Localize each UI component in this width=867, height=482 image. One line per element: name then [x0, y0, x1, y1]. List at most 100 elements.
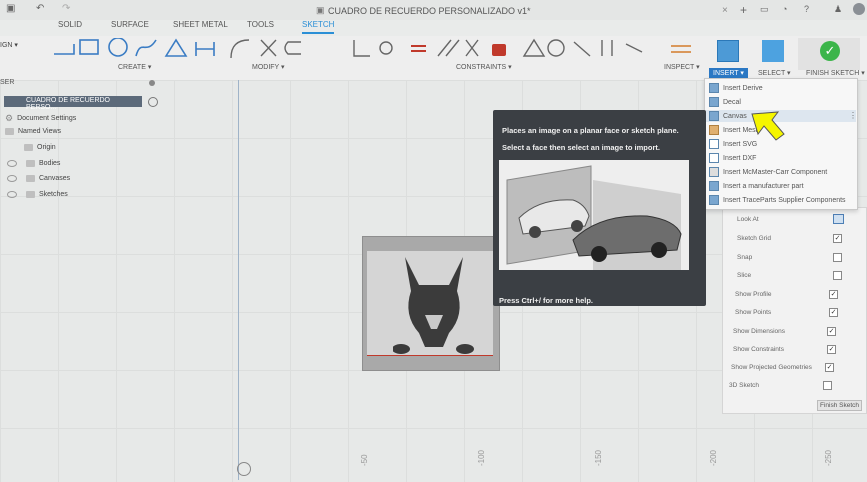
undo-icon[interactable]: ↶	[36, 3, 44, 14]
tooltip-footer: Press Ctrl+/ for more help.	[499, 296, 593, 305]
palette-row-label: Show Dimensions	[733, 328, 786, 335]
slice-checkbox[interactable]	[833, 271, 842, 280]
insert-menu[interactable]: INSERT ▾	[709, 68, 748, 78]
axis-label: -50	[360, 454, 369, 466]
chat-icon[interactable]: ▭	[760, 4, 769, 15]
finish-sketch-icon[interactable]: ✓	[820, 41, 840, 61]
canvas-image-dog[interactable]	[362, 236, 500, 371]
tab-sketch[interactable]: SKETCH	[302, 20, 335, 34]
finish-sketch-menu[interactable]: FINISH SKETCH ▾	[806, 69, 865, 77]
palette-row-label: Show Profile	[735, 291, 772, 298]
sketch-grid-checkbox[interactable]: ✓	[833, 234, 842, 243]
look-at-icon[interactable]	[833, 214, 844, 224]
snap-checkbox[interactable]	[833, 253, 842, 262]
browser-item-document-settings[interactable]: ⚙ Document Settings	[5, 113, 76, 124]
insert-image-icon[interactable]	[717, 40, 739, 62]
show-profile-checkbox[interactable]: ✓	[829, 290, 838, 299]
vertical-axis	[238, 80, 239, 480]
menu-item-manufacturer-part[interactable]: Insert a manufacturer part	[709, 181, 804, 191]
menu-item-mcmaster-carr[interactable]: Insert McMaster-Carr Component	[709, 167, 827, 177]
tab-tools[interactable]: TOOLS	[247, 20, 274, 29]
inspect-menu[interactable]: INSPECT ▾	[664, 63, 700, 71]
canvas-tooltip: Places an image on a planar face or sket…	[493, 110, 706, 306]
show-projected-geometries-checkbox[interactable]: ✓	[825, 363, 834, 372]
notification-icon[interactable]: ♟	[834, 4, 842, 15]
line-icon	[54, 44, 75, 55]
close-tab-icon[interactable]: ×	[722, 5, 728, 16]
browser-item-named-views[interactable]: Named Views	[5, 128, 61, 135]
browser-item-label: Sketches	[39, 191, 68, 198]
3d-sketch-checkbox[interactable]	[823, 381, 832, 390]
dog-silhouette	[393, 257, 474, 354]
palette-row-label: 3D Sketch	[729, 382, 759, 389]
polygon-icon	[164, 38, 188, 57]
fix-lock-icon	[492, 44, 506, 56]
gear-icon: ⚙	[5, 113, 14, 123]
traceparts-icon	[709, 195, 719, 205]
redo-icon[interactable]: ↷	[62, 3, 70, 14]
constraints-menu[interactable]: CONSTRAINTS ▾	[456, 63, 512, 71]
origin-marker	[237, 462, 251, 476]
browser-header: SER	[0, 78, 162, 88]
folder-icon	[26, 191, 35, 198]
finish-sketch-button[interactable]: Finish Sketch	[817, 400, 863, 411]
document-icon: ▣	[316, 5, 325, 15]
browser-item-sketches[interactable]: Sketches	[7, 191, 68, 198]
sketch-tools	[54, 38, 691, 59]
dimension-icon	[195, 42, 215, 56]
help-icon[interactable]: ?	[804, 4, 809, 14]
menu-item-label: Insert DXF	[723, 154, 757, 162]
visibility-eye-icon[interactable]	[7, 160, 17, 167]
manufacturer-icon	[709, 181, 719, 191]
new-tab-icon[interactable]: +	[740, 3, 747, 17]
concentric-icon	[547, 39, 565, 57]
create-menu[interactable]: CREATE ▾	[118, 63, 151, 71]
palette-row-label: Look At	[737, 216, 759, 223]
tab-solid[interactable]: SOLID	[58, 20, 82, 29]
browser-item-bodies[interactable]: Bodies	[7, 160, 60, 167]
history-icon[interactable]: ◔	[782, 4, 787, 14]
finish-sketch-area: ✓	[798, 38, 860, 70]
axis-label: -200	[709, 449, 718, 466]
tab-surface[interactable]: SURFACE	[111, 20, 149, 29]
sketch-line	[367, 355, 493, 356]
select-icon[interactable]	[762, 40, 784, 62]
menu-item-decal[interactable]: Decal	[709, 97, 741, 107]
parallel-icon	[437, 39, 460, 57]
save-icon[interactable]: ▣	[6, 3, 15, 14]
browser-root-label: CUADRO DE RECUERDO PERSO...	[26, 97, 111, 111]
show-constraints-checkbox[interactable]: ✓	[827, 345, 836, 354]
visibility-eye-icon[interactable]	[7, 175, 17, 182]
menu-item-traceparts[interactable]: Insert TraceParts Supplier Components	[709, 195, 846, 205]
visibility-eye-icon[interactable]	[7, 191, 17, 198]
curvature-icon	[625, 43, 643, 53]
modify-menu[interactable]: MODIFY ▾	[252, 63, 285, 71]
show-dimensions-checkbox[interactable]: ✓	[827, 327, 836, 336]
window-title: CUADRO DE RECUERDO PERSONALIZADO v1*	[328, 6, 531, 16]
spline-icon	[135, 39, 157, 57]
activate-radio-icon[interactable]	[148, 97, 158, 107]
browser-collapse-icon[interactable]	[149, 80, 155, 86]
horizontal-icon	[411, 45, 426, 52]
palette-row-label: Show Constraints	[733, 346, 784, 353]
axis-label: -150	[594, 449, 603, 466]
decal-icon	[709, 97, 719, 107]
tab-sheet-metal[interactable]: SHEET METAL	[173, 20, 228, 29]
show-points-checkbox[interactable]: ✓	[829, 308, 838, 317]
menu-item-label: Canvas	[723, 112, 747, 120]
browser-item-origin[interactable]: Origin	[24, 144, 56, 151]
browser-item-canvases[interactable]: Canvases	[7, 175, 70, 182]
browser-item-label: Bodies	[39, 160, 61, 167]
select-menu[interactable]: SELECT ▾	[758, 69, 791, 77]
menu-item-insert-dxf[interactable]: Insert DXF	[709, 153, 756, 163]
more-options-icon[interactable]: ⋮	[849, 111, 857, 120]
dxf-icon	[709, 153, 719, 163]
menu-item-canvas[interactable]: Canvas	[709, 111, 747, 121]
car-illustration	[506, 165, 682, 270]
rectangle-icon	[79, 39, 99, 55]
browser-root[interactable]: CUADRO DE RECUERDO PERSO...	[4, 96, 142, 111]
tooltip-illustration	[499, 160, 689, 270]
avatar[interactable]	[853, 3, 865, 15]
workspace-switcher[interactable]: IGN ▾	[0, 41, 18, 49]
menu-item-insert-derive[interactable]: Insert Derive	[709, 83, 763, 93]
